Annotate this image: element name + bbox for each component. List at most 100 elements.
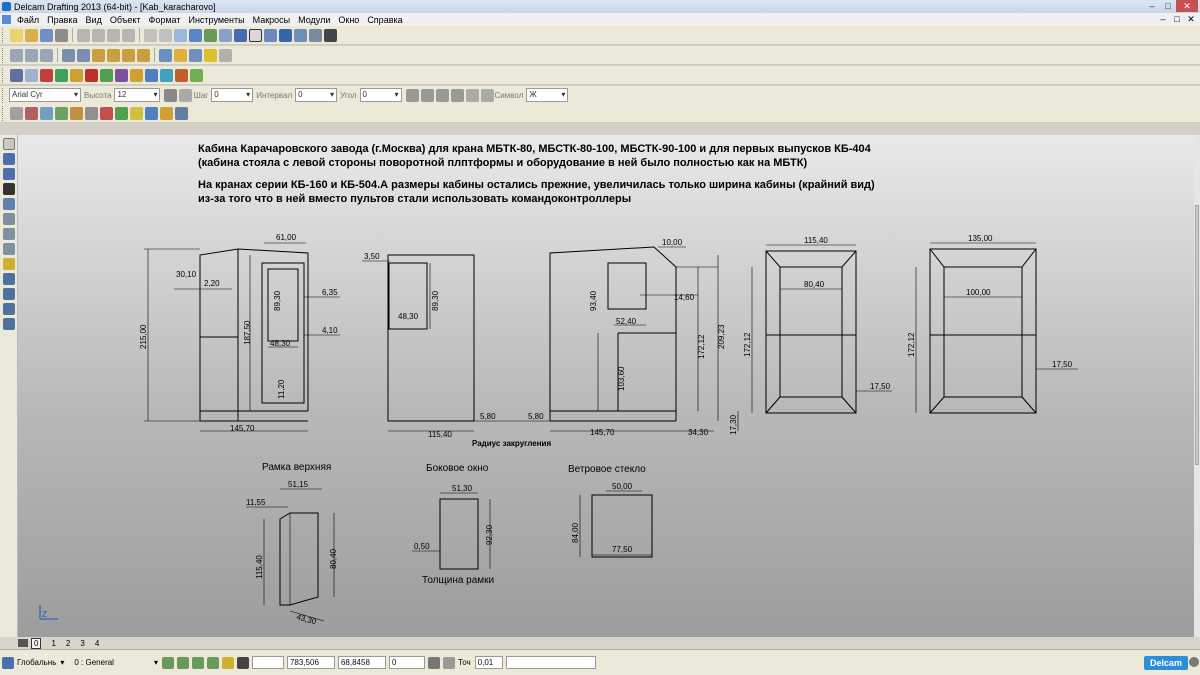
- close-button[interactable]: ✕: [1176, 0, 1198, 12]
- tab-sheet-3[interactable]: 3: [80, 639, 84, 648]
- zoom-all-icon[interactable]: [137, 48, 150, 62]
- layer-icon[interactable]: [10, 68, 23, 82]
- text-tool-icon[interactable]: [279, 28, 292, 42]
- redo-icon[interactable]: [159, 28, 172, 42]
- view-select-arrow[interactable]: ▾: [60, 658, 64, 667]
- tab-sheet-0[interactable]: 0: [31, 637, 42, 649]
- rotate-icon[interactable]: [100, 106, 113, 120]
- minimize-button[interactable]: –: [1144, 0, 1160, 12]
- sheet-icon[interactable]: [25, 68, 38, 82]
- lock-icon[interactable]: [221, 656, 234, 669]
- angle-tool-icon[interactable]: [3, 288, 15, 300]
- block-icon[interactable]: [130, 68, 143, 82]
- mirror-icon[interactable]: [70, 106, 83, 120]
- snap-point-icon[interactable]: [191, 656, 204, 669]
- align-justify-icon[interactable]: [420, 88, 434, 102]
- undo-icon[interactable]: [144, 28, 157, 42]
- strike-icon[interactable]: [480, 88, 494, 102]
- toolbar-grip[interactable]: [2, 27, 6, 43]
- curve-icon[interactable]: [264, 28, 277, 42]
- height-select[interactable]: 12: [114, 88, 161, 102]
- delete-icon[interactable]: [122, 28, 135, 42]
- surface-icon[interactable]: [70, 68, 83, 82]
- component-icon[interactable]: [145, 68, 158, 82]
- angle-select[interactable]: 0: [359, 88, 402, 102]
- wireframe-icon[interactable]: [189, 48, 202, 62]
- save-icon[interactable]: [40, 28, 53, 42]
- circle-icon[interactable]: [249, 28, 262, 42]
- copy-move-icon[interactable]: [55, 106, 68, 120]
- workplane-icon[interactable]: [2, 656, 14, 669]
- open-file-icon[interactable]: [25, 28, 38, 42]
- copy-icon[interactable]: [92, 28, 105, 42]
- arc-tool-icon[interactable]: [3, 198, 15, 210]
- menu-edit[interactable]: Правка: [47, 15, 77, 25]
- point-tool-icon[interactable]: [3, 258, 15, 270]
- z-coordinate[interactable]: 0: [388, 656, 425, 669]
- menu-window[interactable]: Окно: [338, 15, 359, 25]
- view-top-icon[interactable]: [40, 48, 53, 62]
- extend-icon[interactable]: [175, 106, 188, 120]
- snap-icon[interactable]: [161, 656, 174, 669]
- table-icon[interactable]: [324, 28, 337, 42]
- trim-icon[interactable]: [234, 28, 247, 42]
- text-insert-icon[interactable]: [3, 183, 15, 195]
- layer-select[interactable]: 0 : General: [74, 658, 114, 667]
- offset-icon[interactable]: [115, 106, 128, 120]
- toolbar-grip[interactable]: [2, 47, 6, 63]
- pointer-icon[interactable]: [3, 138, 15, 150]
- view-iso-icon[interactable]: [62, 48, 75, 62]
- y-coordinate[interactable]: 68,8458: [337, 656, 386, 669]
- menu-object[interactable]: Объект: [110, 15, 141, 25]
- arrow-icon[interactable]: [115, 68, 128, 82]
- export-icon[interactable]: [190, 68, 203, 82]
- select-icon[interactable]: [189, 28, 202, 42]
- dimension-icon[interactable]: [219, 28, 232, 42]
- doc-minimize-button[interactable]: –: [1156, 14, 1170, 25]
- maximize-button[interactable]: □: [1160, 0, 1176, 12]
- tab-sheet-4[interactable]: 4: [95, 639, 99, 648]
- polyline-tool-icon[interactable]: [3, 168, 15, 180]
- align-left-icon[interactable]: [405, 88, 419, 102]
- toolbar-grip[interactable]: [2, 67, 6, 83]
- menu-format[interactable]: Формат: [149, 15, 181, 25]
- step-select[interactable]: 0: [211, 88, 254, 102]
- move-icon[interactable]: [40, 106, 53, 120]
- print-icon[interactable]: [55, 28, 68, 42]
- paste-icon[interactable]: [107, 28, 120, 42]
- pencil-icon[interactable]: [10, 106, 23, 120]
- bold-icon[interactable]: [164, 88, 178, 102]
- font-select[interactable]: Arial Cyr: [9, 88, 81, 102]
- menu-view[interactable]: Вид: [86, 15, 102, 25]
- fillet-icon[interactable]: [145, 106, 158, 120]
- import-icon[interactable]: [175, 68, 188, 82]
- scrollbar-thumb[interactable]: [1195, 205, 1199, 465]
- cone-icon[interactable]: [100, 68, 113, 82]
- globe-icon[interactable]: [159, 48, 172, 62]
- underline-icon[interactable]: [465, 88, 479, 102]
- cut-icon[interactable]: [77, 28, 90, 42]
- italic-icon[interactable]: [179, 88, 193, 102]
- line-spacing-icon[interactable]: [450, 88, 464, 102]
- tab-sheet-2[interactable]: 2: [66, 639, 70, 648]
- scale-icon[interactable]: [85, 106, 98, 120]
- view-side-icon[interactable]: [25, 48, 38, 62]
- array-icon[interactable]: [130, 106, 143, 120]
- interval-select[interactable]: 0: [295, 88, 338, 102]
- toolbar-grip[interactable]: [2, 105, 6, 121]
- scissors-icon[interactable]: [25, 106, 38, 120]
- sheet-icon[interactable]: [18, 639, 28, 647]
- spline-tool-icon[interactable]: [3, 243, 15, 255]
- hatch-tool-icon[interactable]: [3, 318, 15, 330]
- ellipse-tool-icon[interactable]: [3, 228, 15, 240]
- pattern-icon[interactable]: [309, 28, 322, 42]
- zoom-box-icon[interactable]: [122, 48, 135, 62]
- doc-restore-button[interactable]: □: [1170, 14, 1184, 25]
- layer-select-arrow[interactable]: ▾: [154, 658, 158, 667]
- units-icon[interactable]: [442, 656, 455, 669]
- zoom-out-icon[interactable]: [107, 48, 120, 62]
- dimension-tool-icon[interactable]: [3, 273, 15, 285]
- grid-icon[interactable]: [236, 656, 249, 669]
- snap-grid-icon[interactable]: [176, 656, 189, 669]
- command-field[interactable]: [505, 656, 596, 669]
